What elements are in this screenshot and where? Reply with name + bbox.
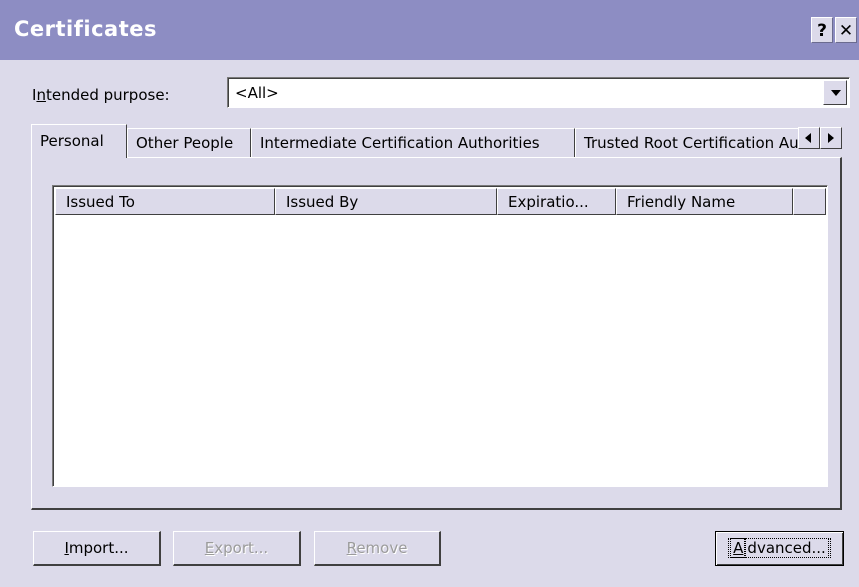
remove-button[interactable]: Remove <box>314 531 441 566</box>
close-button[interactable]: ✕ <box>835 17 857 43</box>
tab-scroll-right-icon[interactable] <box>820 127 842 149</box>
title-bar: Certificates ? ✕ <box>0 0 859 60</box>
intended-purpose-value: <All> <box>235 84 279 102</box>
column-issued-to[interactable]: Issued To <box>55 188 275 215</box>
tab-personal[interactable]: Personal <box>31 124 127 158</box>
column-filler <box>793 188 826 215</box>
tab-scroll-left-icon[interactable] <box>798 127 820 149</box>
list-header: Issued To Issued By Expiratio... Friendl… <box>55 188 826 215</box>
tab-strip: Personal Other People Intermediate Certi… <box>31 124 811 158</box>
help-button[interactable]: ? <box>811 17 833 43</box>
certificate-list[interactable]: Issued To Issued By Expiratio... Friendl… <box>52 185 828 487</box>
column-friendly-name[interactable]: Friendly Name <box>616 188 793 215</box>
window-title: Certificates <box>14 17 157 41</box>
intended-purpose-label: Intended purpose: <box>32 86 170 104</box>
intended-purpose-dropdown[interactable]: <All> <box>227 77 850 108</box>
column-issued-by[interactable]: Issued By <box>275 188 497 215</box>
tab-intermediate-authorities[interactable]: Intermediate Certification Authorities <box>251 128 575 158</box>
close-icon: ✕ <box>838 21 854 41</box>
chevron-down-icon[interactable] <box>823 80 847 105</box>
tab-trusted-root-authorities[interactable]: Trusted Root Certification Authorities <box>575 128 811 158</box>
column-expiration[interactable]: Expiratio... <box>497 188 616 215</box>
export-button[interactable]: Export... <box>173 531 301 566</box>
import-button[interactable]: Import... <box>33 531 161 566</box>
tab-other-people[interactable]: Other People <box>127 128 251 158</box>
advanced-button[interactable]: Advanced... <box>715 531 844 566</box>
